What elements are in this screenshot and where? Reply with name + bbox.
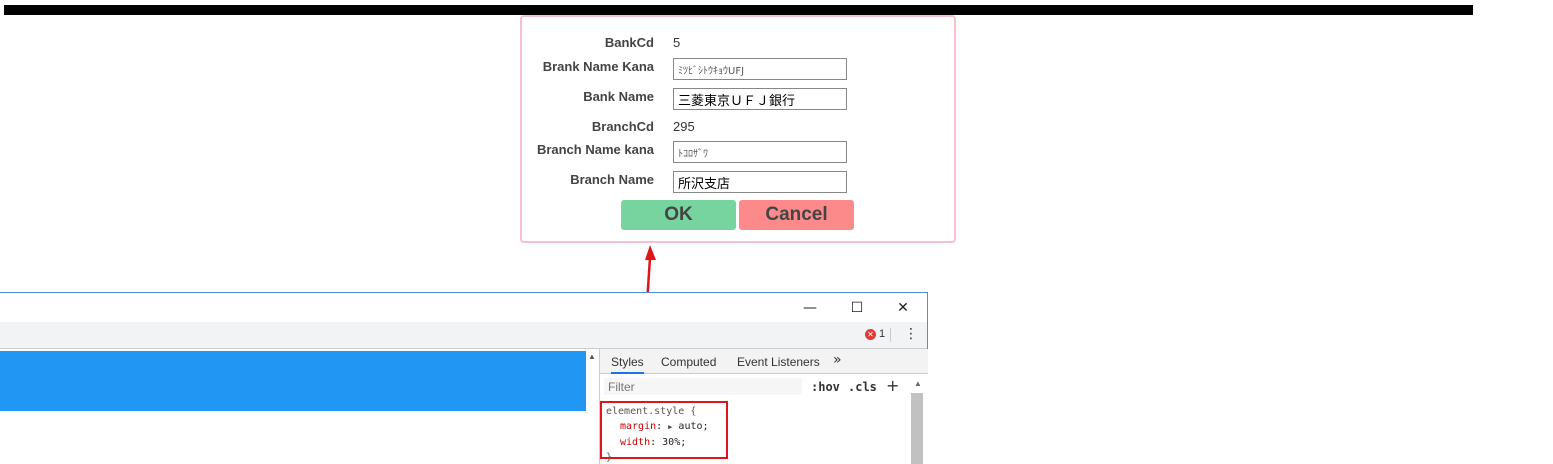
toolbar-divider bbox=[890, 328, 891, 342]
devtools-window: — ☐ ✕ ✕ 1 ⋮ ▲ Styles Computed Event List… bbox=[0, 292, 928, 464]
branch-name-kana-input[interactable] bbox=[673, 141, 847, 163]
row-bankcd: BankCd 5 bbox=[522, 34, 954, 58]
more-tabs-icon[interactable]: » bbox=[833, 352, 842, 368]
branchcd-label: BranchCd bbox=[591, 119, 654, 134]
hov-toggle[interactable]: :hov bbox=[811, 380, 840, 394]
row-branch-name-kana: Branch Name kana bbox=[522, 141, 954, 165]
row-branch-name: Branch Name bbox=[522, 171, 954, 195]
tab-computed[interactable]: Computed bbox=[661, 355, 716, 369]
bankcd-label: BankCd bbox=[604, 35, 654, 50]
element-style-highlight: element.style { margin: ▶ auto; width: 3… bbox=[600, 401, 728, 463]
branchcd-value: 295 bbox=[673, 119, 695, 134]
expand-triangle-icon[interactable]: ▶ bbox=[668, 423, 672, 431]
style-selector[interactable]: element.style { bbox=[606, 404, 722, 419]
styles-pane: Styles Computed Event Listeners » :hov .… bbox=[599, 349, 928, 464]
style-rule-close: } bbox=[606, 452, 613, 463]
close-icon[interactable]: ✕ bbox=[881, 297, 925, 319]
window-titlebar: — ☐ ✕ bbox=[0, 293, 927, 322]
margin-value[interactable]: auto; bbox=[678, 421, 708, 432]
branch-name-kana-label: Branch Name kana bbox=[536, 142, 654, 157]
row-bank-name: Bank Name bbox=[522, 88, 954, 112]
bank-edit-dialog: BankCd 5 Brank Name Kana Bank Name Branc… bbox=[520, 15, 956, 243]
minimize-icon[interactable]: — bbox=[788, 297, 832, 319]
new-style-rule-icon[interactable]: + bbox=[886, 376, 899, 395]
styles-filterbar: :hov .cls + bbox=[600, 375, 928, 399]
bankcd-value: 5 bbox=[673, 35, 681, 50]
error-count: 1 bbox=[879, 328, 886, 340]
styles-scroll-up-icon[interactable]: ▲ bbox=[914, 379, 922, 388]
width-value[interactable]: 30%; bbox=[662, 437, 686, 448]
cls-toggle[interactable]: .cls bbox=[848, 380, 877, 394]
bank-name-input[interactable] bbox=[673, 88, 847, 110]
maximize-icon[interactable]: ☐ bbox=[835, 297, 879, 319]
branch-name-input[interactable] bbox=[673, 171, 847, 193]
error-icon: ✕ bbox=[865, 328, 876, 340]
style-declaration-width[interactable]: width: 30%; bbox=[606, 435, 722, 450]
tab-event-listeners[interactable]: Event Listeners bbox=[737, 355, 820, 369]
row-branchcd: BranchCd 295 bbox=[522, 118, 954, 142]
row-bank-name-kana: Brank Name Kana bbox=[522, 58, 954, 82]
scroll-up-arrow-icon[interactable]: ▲ bbox=[588, 352, 596, 361]
styles-tabbar: Styles Computed Event Listeners » bbox=[600, 349, 928, 374]
branch-name-label: Branch Name bbox=[570, 172, 654, 187]
filter-input[interactable] bbox=[604, 378, 802, 395]
selected-element-highlight[interactable] bbox=[0, 351, 586, 411]
width-prop[interactable]: width bbox=[606, 437, 650, 448]
margin-prop[interactable]: margin bbox=[606, 421, 656, 432]
error-badge[interactable]: ✕ 1 bbox=[865, 328, 885, 340]
style-declaration-margin[interactable]: margin: ▶ auto; bbox=[606, 419, 722, 435]
styles-scrollbar[interactable] bbox=[911, 393, 923, 464]
ok-button[interactable]: OK bbox=[621, 200, 736, 230]
bank-name-label: Bank Name bbox=[583, 89, 654, 104]
top-black-bar bbox=[4, 5, 1473, 15]
bank-name-kana-label: Brank Name Kana bbox=[542, 59, 654, 74]
devtools-toolbar: ✕ 1 ⋮ bbox=[0, 322, 927, 349]
tab-styles[interactable]: Styles bbox=[611, 355, 644, 374]
cancel-button[interactable]: Cancel bbox=[739, 200, 854, 230]
bank-name-kana-input[interactable] bbox=[673, 58, 847, 80]
kebab-menu-icon[interactable]: ⋮ bbox=[904, 326, 918, 342]
